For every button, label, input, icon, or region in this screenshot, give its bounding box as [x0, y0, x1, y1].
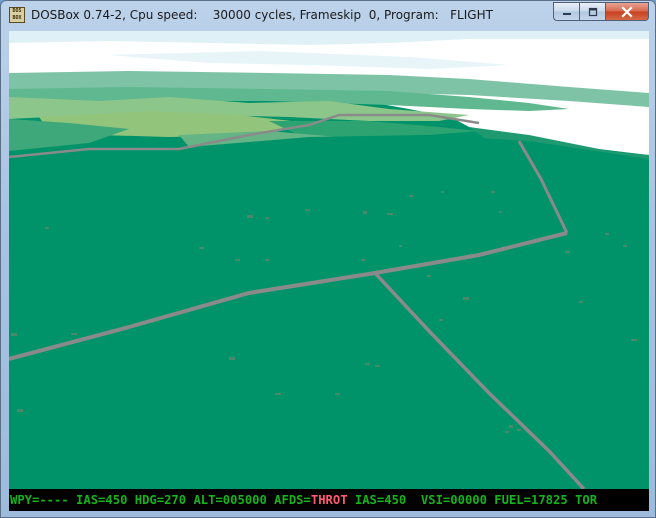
dosbox-icon[interactable]: DOS BOX	[9, 7, 25, 23]
maximize-button[interactable]	[579, 2, 605, 21]
dosbox-window: DOS BOX DOSBox 0.74-2, Cpu speed: 30000 …	[0, 0, 656, 518]
hud-afds-mode: THROT	[310, 493, 348, 507]
hud-tor: TOR	[575, 493, 598, 507]
minimize-icon	[562, 12, 571, 15]
instrument-status-bar: WPY=---- IAS=450 HDG=270 ALT=005000 AFDS…	[9, 489, 649, 511]
hud-altitude: ALT=005000	[193, 493, 275, 507]
hud-afds-airspeed: IAS=450	[347, 493, 421, 507]
maximize-icon	[588, 7, 597, 16]
hud-fuel: FUEL=17825	[494, 493, 576, 507]
caption-buttons	[553, 2, 649, 21]
close-button[interactable]	[605, 2, 649, 21]
hud-airspeed: IAS=450	[76, 493, 135, 507]
game-viewport[interactable]: WPY=---- IAS=450 HDG=270 ALT=005000 AFDS…	[9, 31, 649, 511]
hud-heading: HDG=270	[134, 493, 194, 507]
ground	[9, 135, 649, 489]
hud-vertical-speed: VSI=00000	[420, 493, 495, 507]
flight-scene	[9, 31, 649, 489]
title-bar[interactable]: DOS BOX DOSBox 0.74-2, Cpu speed: 30000 …	[1, 1, 655, 31]
window-title: DOSBox 0.74-2, Cpu speed: 30000 cycles, …	[31, 8, 493, 22]
close-icon	[621, 5, 633, 18]
minimize-button[interactable]	[553, 2, 579, 21]
hud-waypoint: WPY=----	[10, 493, 77, 507]
app-icon-label: DOS BOX	[12, 8, 22, 21]
hud-afds-label: AFDS=	[274, 493, 311, 507]
